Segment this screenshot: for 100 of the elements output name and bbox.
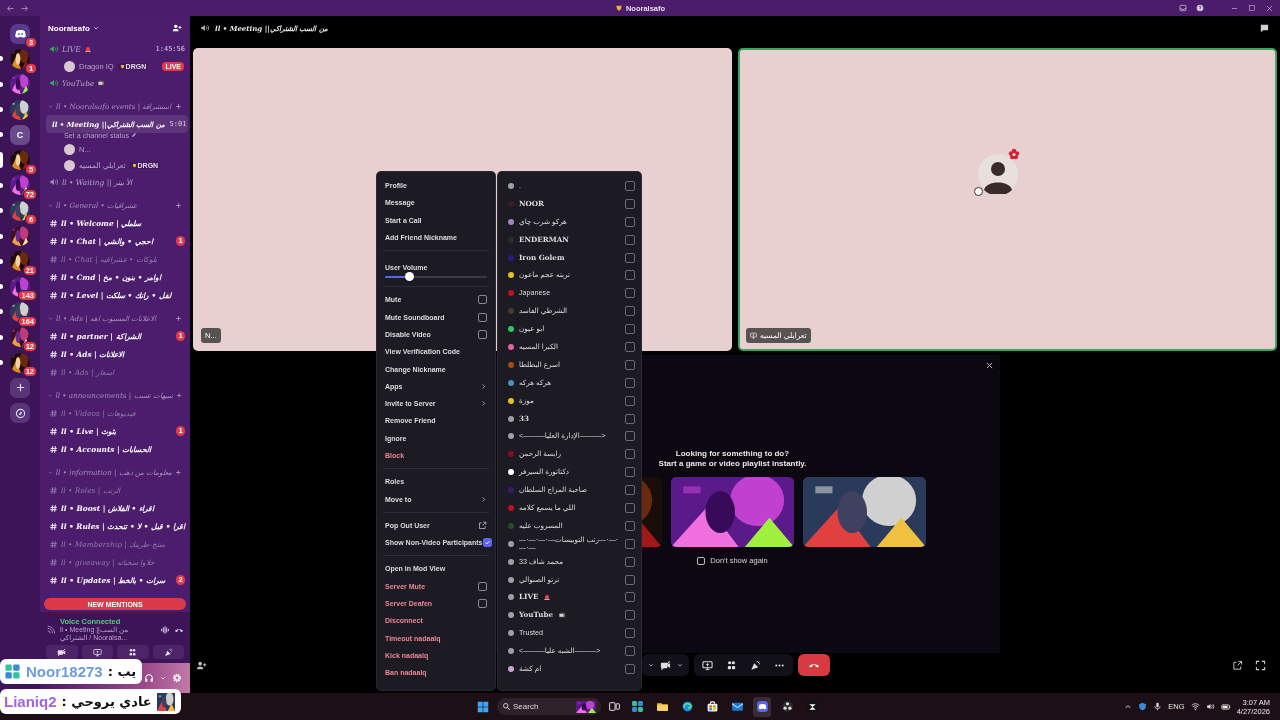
app-icon[interactable]	[805, 700, 819, 713]
forward-arrow-icon[interactable]	[20, 3, 29, 13]
search-icon	[502, 702, 511, 711]
chevron-right-icon	[480, 400, 487, 408]
plus-icon[interactable]	[175, 103, 182, 110]
checkbox[interactable]	[625, 556, 635, 567]
server-name[interactable]: Nooralsafo	[48, 23, 90, 33]
maximize-icon[interactable]	[1248, 4, 1256, 12]
start-icon[interactable]	[476, 699, 490, 714]
back-arrow-icon[interactable]	[6, 3, 15, 13]
chat-icon[interactable]	[1259, 22, 1270, 34]
browser-icon[interactable]	[680, 700, 694, 713]
server-icon[interactable]	[10, 200, 30, 221]
chevron-down-icon[interactable]	[92, 25, 99, 31]
screen-share-button[interactable]	[81, 645, 113, 659]
waveform-icon[interactable]	[160, 624, 170, 635]
chevron-up-icon[interactable]	[1124, 702, 1133, 711]
plus-icon[interactable]	[175, 202, 182, 209]
soundboard-icon	[163, 647, 173, 657]
checkbox[interactable]	[478, 312, 487, 322]
chevron-down-icon	[48, 203, 53, 208]
folder-icon[interactable]	[655, 700, 669, 713]
shield-icon[interactable]	[1138, 702, 1148, 711]
wifi-icon[interactable]	[1190, 702, 1200, 711]
checkbox[interactable]	[625, 324, 635, 335]
checkbox[interactable]	[625, 664, 635, 674]
checkbox[interactable]	[625, 485, 635, 496]
server-icon[interactable]: C	[10, 124, 30, 145]
discover-button[interactable]	[10, 403, 30, 424]
server-icon[interactable]	[10, 48, 30, 69]
checkbox[interactable]	[625, 502, 635, 513]
settings-icon[interactable]	[172, 673, 182, 683]
fullscreen-icon[interactable]	[1255, 659, 1266, 671]
inbox-icon[interactable]	[1179, 4, 1187, 12]
checkbox[interactable]	[478, 581, 487, 591]
plus-icon[interactable]	[175, 392, 182, 399]
checkbox[interactable]	[625, 538, 635, 549]
checkbox[interactable]	[625, 431, 635, 442]
add-server-button[interactable]	[10, 377, 30, 398]
hang-up-button[interactable]	[798, 654, 830, 676]
soundboard-button[interactable]	[152, 645, 184, 659]
invite-icon[interactable]	[172, 23, 182, 33]
store-icon[interactable]	[705, 700, 719, 713]
checkbox[interactable]	[625, 341, 635, 352]
task-view-icon[interactable]	[608, 700, 621, 713]
slider-thumb[interactable]	[404, 272, 414, 282]
widget-icon[interactable]	[630, 700, 644, 713]
checkbox[interactable]	[478, 295, 487, 305]
camera-button[interactable]	[46, 645, 78, 659]
server-icon[interactable]	[10, 74, 30, 95]
signal-icon[interactable]	[46, 624, 56, 635]
checkbox[interactable]	[625, 449, 635, 460]
speaker-icon	[49, 78, 59, 88]
plus-icon[interactable]	[175, 315, 182, 322]
recorder-icon[interactable]	[780, 700, 794, 713]
battery-icon[interactable]	[1220, 701, 1231, 712]
mail-icon[interactable]	[730, 700, 744, 713]
checkbox[interactable]	[625, 234, 635, 245]
camera-control[interactable]	[642, 654, 689, 676]
invite-icon[interactable]	[196, 659, 207, 671]
checkbox[interactable]	[625, 395, 635, 406]
plus-icon[interactable]	[175, 469, 182, 476]
checkbox[interactable]	[625, 574, 635, 585]
checkbox[interactable]	[625, 377, 635, 388]
soundboard-icon[interactable]	[750, 659, 761, 671]
checkbox[interactable]	[625, 270, 635, 281]
server-icon[interactable]	[10, 226, 30, 246]
checkbox[interactable]	[625, 288, 635, 299]
activities-icon[interactable]	[726, 659, 737, 671]
checkbox[interactable]	[625, 216, 635, 227]
home-button[interactable]	[10, 23, 30, 44]
checkbox[interactable]	[625, 198, 635, 209]
headphones-icon[interactable]	[144, 673, 154, 683]
checkbox[interactable]	[482, 538, 492, 548]
help-icon[interactable]	[1196, 4, 1204, 12]
checkbox[interactable]	[625, 610, 635, 621]
checkbox[interactable]	[478, 329, 487, 339]
checkbox[interactable]	[625, 520, 635, 531]
checkbox[interactable]	[625, 252, 635, 263]
mic-icon[interactable]	[1153, 702, 1163, 711]
checkbox[interactable]	[625, 359, 635, 370]
checkbox[interactable]	[478, 599, 487, 609]
popout-icon[interactable]	[1232, 659, 1243, 671]
checkbox[interactable]	[625, 592, 635, 603]
checkbox[interactable]	[625, 628, 635, 639]
close-icon[interactable]	[985, 361, 994, 370]
checkbox[interactable]	[625, 306, 635, 317]
volume-icon[interactable]	[1205, 702, 1215, 711]
checkbox[interactable]	[625, 467, 635, 478]
checkbox[interactable]	[697, 556, 706, 565]
checkbox[interactable]	[625, 413, 635, 424]
screen-share-icon[interactable]	[702, 659, 713, 671]
server-icon[interactable]	[10, 150, 30, 171]
checkbox[interactable]	[625, 646, 635, 657]
chevron-right-icon	[480, 495, 487, 503]
checkbox[interactable]	[625, 180, 635, 191]
chevron-down-icon[interactable]	[160, 675, 166, 681]
chat-app-icon[interactable]	[755, 700, 769, 713]
server-icon[interactable]	[10, 99, 30, 120]
activities-button[interactable]	[117, 645, 149, 659]
